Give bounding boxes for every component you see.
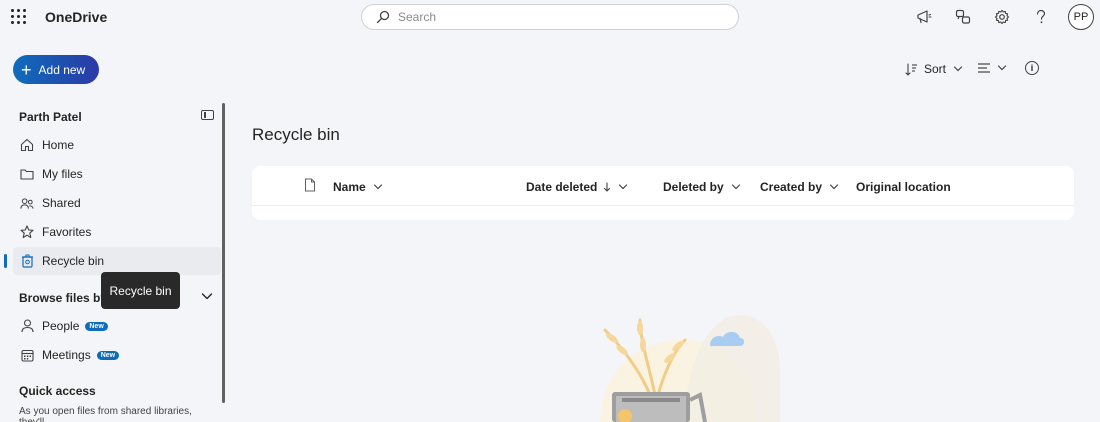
star-icon xyxy=(20,225,34,239)
view-options-button[interactable] xyxy=(977,62,1007,74)
column-label: Name xyxy=(333,180,366,194)
sidebar-item-label: Favorites xyxy=(42,225,92,239)
add-new-label: Add new xyxy=(38,62,86,77)
collapse-pane-icon[interactable] xyxy=(201,110,214,120)
sidebar-item-label: Shared xyxy=(42,196,81,210)
sidebar-item-my-files[interactable]: My files xyxy=(13,160,221,188)
app-title[interactable]: OneDrive xyxy=(45,9,107,25)
chevron-down-icon xyxy=(997,65,1007,71)
search-icon xyxy=(376,10,390,24)
empty-recycle-bin-illustration xyxy=(600,315,780,422)
info-icon[interactable]: i xyxy=(1025,61,1039,75)
sort-descending-icon xyxy=(604,182,611,192)
sidebar-item-label: People xyxy=(42,319,80,333)
column-label: Created by xyxy=(760,180,823,194)
add-new-button[interactable]: + Add new xyxy=(13,55,99,84)
column-header-date-deleted[interactable]: Date deleted xyxy=(526,180,628,194)
recycle-bin-icon xyxy=(20,254,34,268)
column-header-deleted-by[interactable]: Deleted by xyxy=(663,180,741,194)
feedback-icon[interactable] xyxy=(949,6,977,28)
search-input[interactable] xyxy=(398,10,718,24)
megaphone-icon[interactable] xyxy=(910,6,938,28)
sidebar-item-people[interactable]: People New xyxy=(13,312,221,340)
list-view-icon xyxy=(978,63,990,73)
sidebar-item-recycle-bin[interactable]: Recycle bin xyxy=(13,247,221,275)
chevron-down-icon xyxy=(731,184,740,190)
sidebar-item-label: My files xyxy=(42,167,83,181)
header-divider xyxy=(252,205,1074,206)
new-badge: New xyxy=(85,321,108,331)
home-icon xyxy=(20,138,34,152)
column-label: Deleted by xyxy=(663,180,724,194)
chevron-down-icon[interactable] xyxy=(201,291,213,301)
sidebar-item-label: Meetings xyxy=(42,348,91,362)
sort-label: Sort xyxy=(924,62,947,76)
chevron-down-icon xyxy=(373,184,382,190)
calendar-icon xyxy=(20,348,34,362)
column-label: Original location xyxy=(856,180,951,194)
avatar[interactable]: PP xyxy=(1068,4,1094,30)
file-table: Name Date deleted Deleted by Created by … xyxy=(252,166,1074,220)
quick-access-description: As you open files from shared libraries,… xyxy=(19,406,192,422)
column-label: Date deleted xyxy=(526,180,598,194)
browse-files-heading[interactable]: Browse files by xyxy=(19,291,107,305)
app-launcher-icon[interactable] xyxy=(11,9,27,25)
sidebar-item-label: Recycle bin xyxy=(42,254,105,268)
sort-button[interactable]: Sort xyxy=(905,62,963,76)
search-box[interactable] xyxy=(361,4,739,30)
chevron-down-icon xyxy=(829,184,839,190)
new-badge: New xyxy=(96,350,120,360)
people-icon xyxy=(20,196,34,210)
tooltip: Recycle bin xyxy=(101,272,180,309)
folder-icon xyxy=(20,167,34,181)
column-header-name[interactable]: Name xyxy=(333,180,383,194)
sidebar-item-label: Home xyxy=(42,138,75,152)
top-bar: OneDrive Search PP xyxy=(0,0,1100,34)
plus-icon: + xyxy=(21,59,32,80)
sidebar-user-name: Parth Patel xyxy=(19,110,82,124)
quick-access-heading: Quick access xyxy=(19,384,96,398)
sort-icon xyxy=(905,62,917,76)
sidebar-item-favorites[interactable]: Favorites xyxy=(13,218,221,246)
file-type-icon[interactable] xyxy=(304,178,316,192)
sidebar-item-home[interactable]: Home xyxy=(13,131,221,159)
page-title: Recycle bin xyxy=(252,125,340,144)
sidebar-scrollbar[interactable] xyxy=(222,103,225,403)
help-icon[interactable] xyxy=(1027,6,1055,28)
chevron-down-icon xyxy=(619,184,628,190)
column-header-created-by[interactable]: Created by xyxy=(760,180,839,194)
person-icon xyxy=(20,319,34,333)
chevron-down-icon xyxy=(953,66,963,72)
active-indicator xyxy=(4,254,7,268)
settings-icon[interactable] xyxy=(988,6,1016,28)
sidebar-item-meetings[interactable]: Meetings New xyxy=(13,341,221,369)
sidebar-item-shared[interactable]: Shared xyxy=(13,189,221,217)
column-header-original-location[interactable]: Original location xyxy=(856,180,951,194)
